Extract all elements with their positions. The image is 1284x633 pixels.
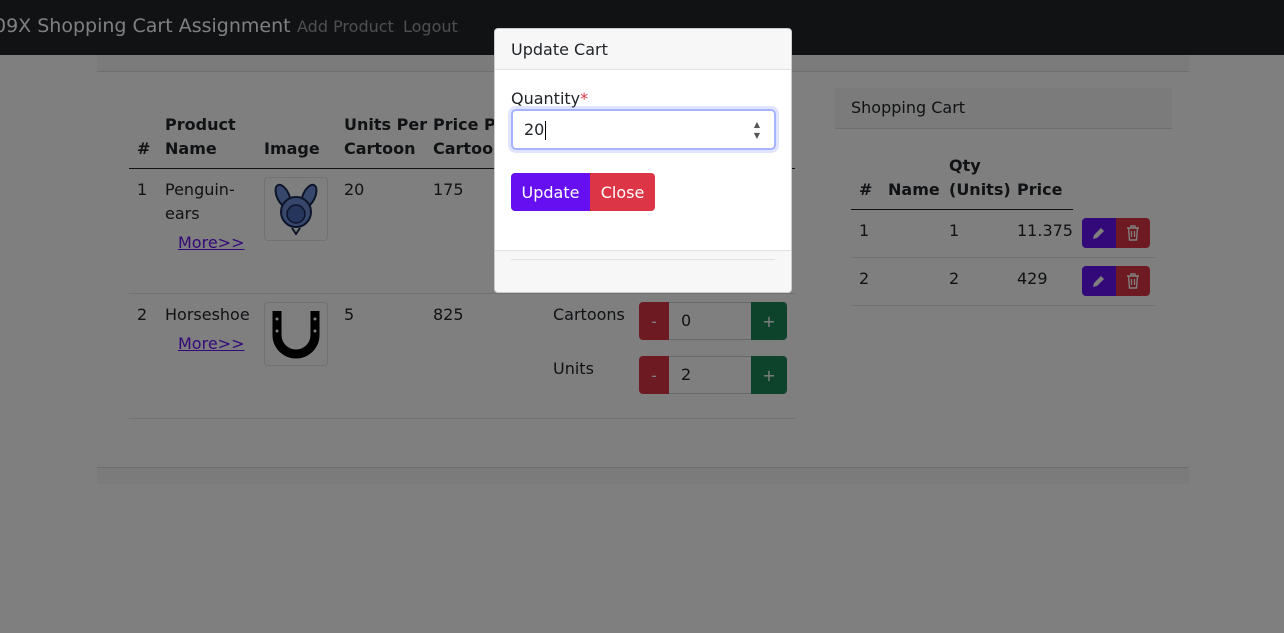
- modal-footer: [495, 250, 791, 292]
- spin-down-icon[interactable]: ▼: [750, 130, 764, 141]
- update-button[interactable]: Update: [511, 173, 590, 211]
- quantity-input[interactable]: 20 ▲ ▼: [511, 109, 776, 150]
- quantity-label-text: Quantity: [511, 89, 581, 108]
- modal-title: Update Cart: [495, 29, 791, 70]
- spin-up-icon[interactable]: ▲: [750, 119, 764, 130]
- quantity-label: Quantity*: [511, 89, 588, 108]
- quantity-spinner[interactable]: ▲ ▼: [750, 119, 764, 141]
- close-button[interactable]: Close: [590, 173, 655, 211]
- quantity-input-value: 20: [524, 120, 545, 139]
- footer-divider: [511, 259, 775, 260]
- update-cart-modal: Update Cart Quantity* 20 ▲ ▼ Update Clos…: [494, 28, 792, 293]
- required-mark: *: [580, 89, 589, 108]
